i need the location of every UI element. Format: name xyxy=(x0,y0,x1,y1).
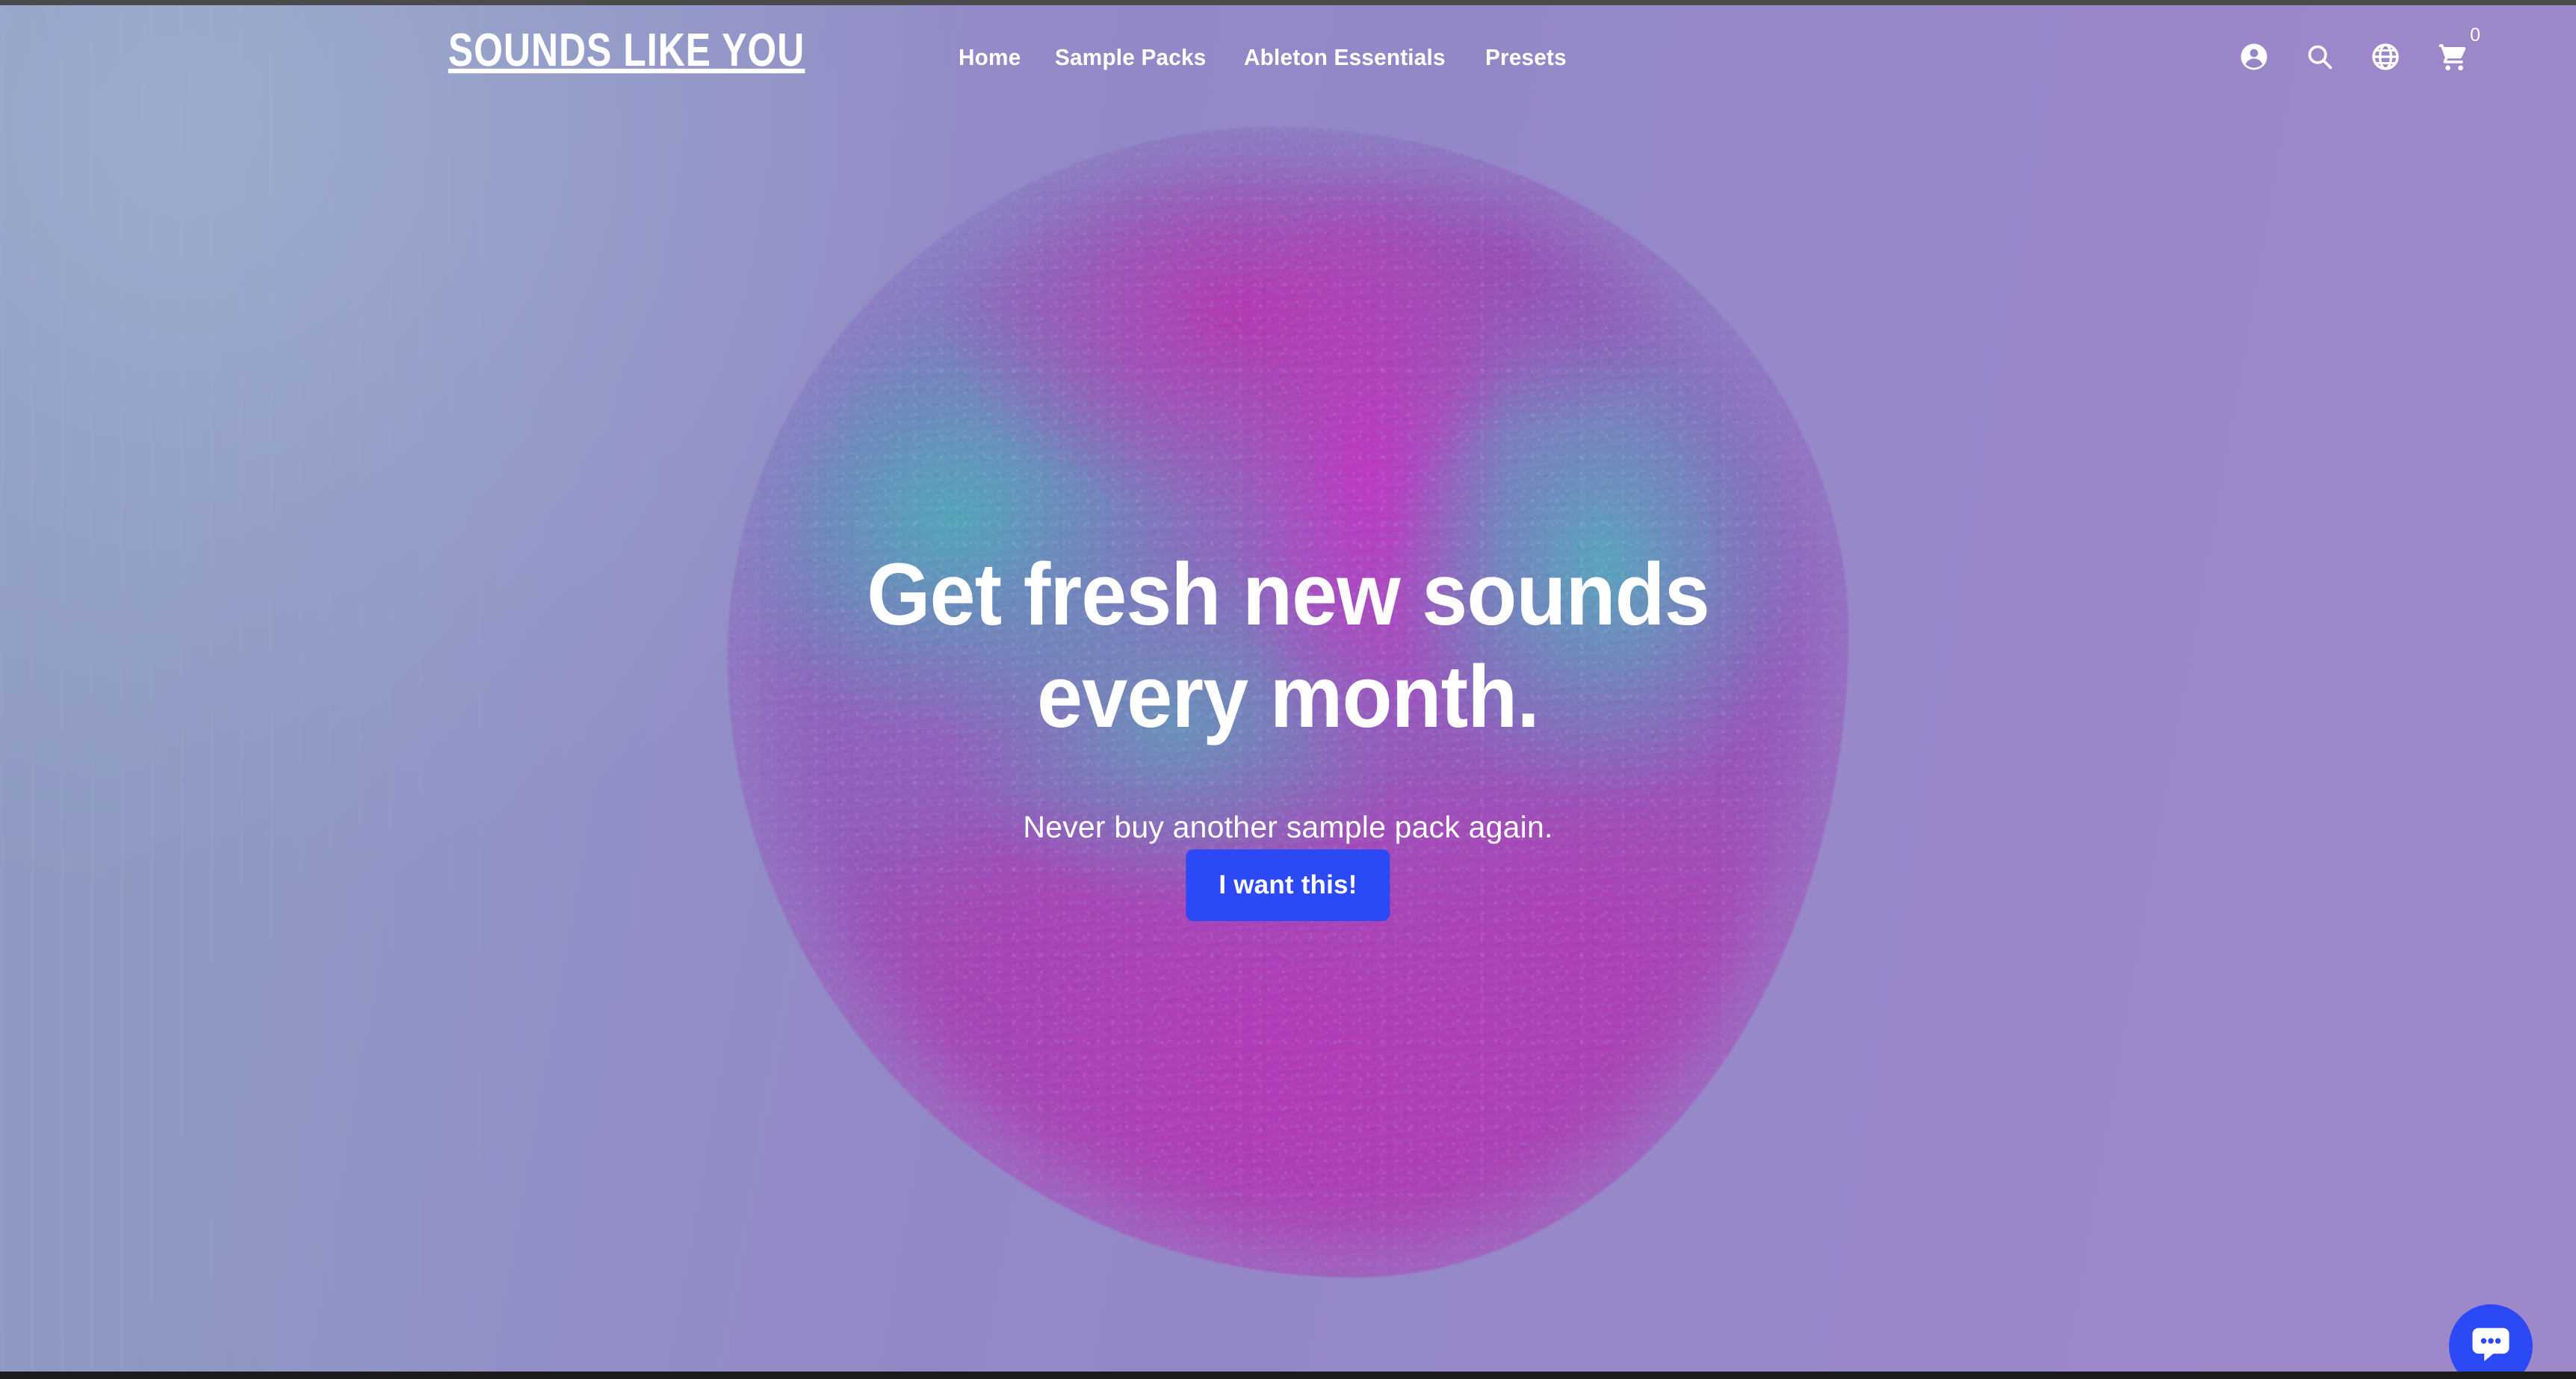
nav-item-presets[interactable]: Presets xyxy=(1485,44,1567,71)
globe-icon[interactable] xyxy=(2370,41,2401,72)
page-root: SOUNDS LIKE YOU Home Sample Packs Ableto… xyxy=(0,0,2576,1379)
nav-item-home[interactable]: Home xyxy=(959,44,1021,71)
nav-item-ableton-essentials[interactable]: Ableton Essentials xyxy=(1244,44,1446,71)
cart-item-count: 0 xyxy=(2470,25,2480,46)
account-circle-icon[interactable] xyxy=(2238,41,2270,72)
site-header: SOUNDS LIKE YOU Home Sample Packs Ableto… xyxy=(0,5,2576,104)
chat-bubble-icon xyxy=(2472,1327,2510,1362)
shopping-cart-icon[interactable]: 0 xyxy=(2436,26,2480,72)
nav-item-sample-packs[interactable]: Sample Packs xyxy=(1055,44,1207,71)
i-want-this-button[interactable]: I want this! xyxy=(1186,849,1390,921)
main-navigation: Home Sample Packs Ableton Essentials Pre… xyxy=(959,44,1570,71)
background-streak-texture xyxy=(0,0,643,1379)
browser-top-bar xyxy=(0,0,2576,5)
chat-widget-button[interactable] xyxy=(2449,1304,2533,1379)
header-icon-group: 0 xyxy=(2238,26,2480,72)
search-icon[interactable] xyxy=(2304,41,2335,72)
site-logo[interactable]: SOUNDS LIKE YOU xyxy=(448,28,805,74)
browser-bottom-bar xyxy=(0,1372,2576,1379)
